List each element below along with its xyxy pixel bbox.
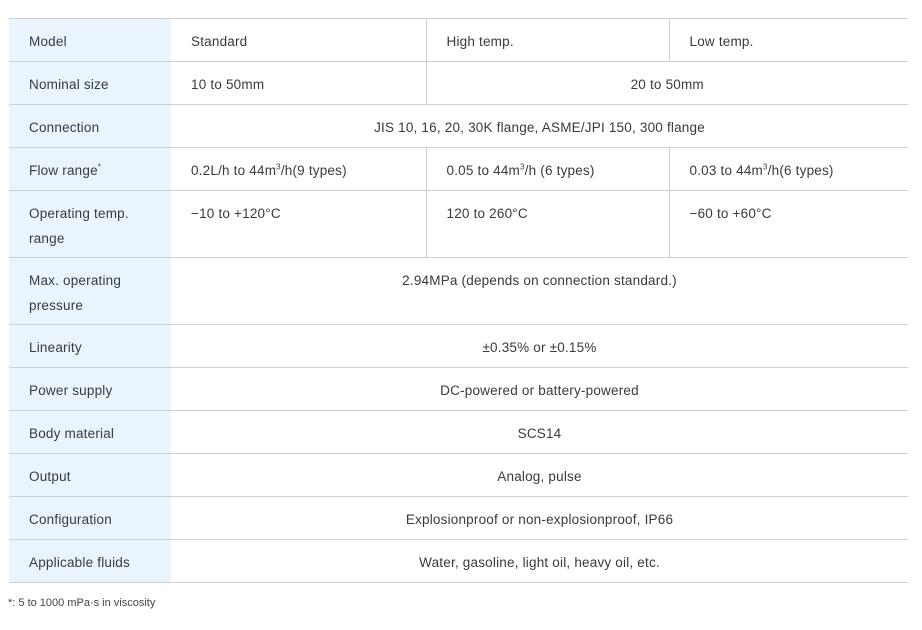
- row-configuration: Configuration Explosionproof or non-expl…: [9, 496, 908, 540]
- row-label-max-pressure: Max. operating pressure: [9, 257, 171, 325]
- row-model: Model Standard High temp. Low temp.: [9, 18, 908, 62]
- row-label-body-material: Body material: [9, 410, 171, 454]
- cell-output: Analog, pulse: [497, 469, 582, 484]
- row-body-material: Body material SCS14: [9, 410, 908, 454]
- row-operating-temp: Operating temp. range −10 to +120°C 120 …: [9, 190, 908, 258]
- cell-flow-range-low-temp: 0.03 to 44m3/h(6 types): [668, 147, 908, 191]
- flow-range-standard-suffix: /h(9 types): [280, 163, 347, 178]
- cell-model-standard: Standard: [191, 34, 248, 49]
- cell-connection: JIS 10, 16, 20, 30K flange, ASME/JPI 150…: [374, 120, 705, 135]
- cell-applicable-fluids: Water, gasoline, light oil, heavy oil, e…: [419, 555, 660, 570]
- row-label-linearity: Linearity: [9, 324, 171, 368]
- flow-range-label: Flow range: [29, 163, 98, 178]
- flow-range-high-suffix: /h (6 types): [524, 163, 595, 178]
- flow-range-high-text: 0.05 to 44m: [446, 163, 520, 178]
- row-label-flow-range: Flow range*: [9, 147, 171, 191]
- cell-body-material: SCS14: [517, 426, 562, 441]
- row-connection: Connection JIS 10, 16, 20, 30K flange, A…: [9, 104, 908, 148]
- flow-range-low-suffix: /h(6 types): [767, 163, 834, 178]
- cell-flow-range-standard: 0.2L/h to 44m3/h(9 types): [171, 148, 426, 191]
- cell-operating-temp-high-temp: 120 to 260°C: [425, 190, 669, 258]
- cell-power-supply: DC-powered or battery-powered: [440, 383, 639, 398]
- row-label-model: Model: [9, 18, 171, 62]
- row-power-supply: Power supply DC-powered or battery-power…: [9, 367, 908, 411]
- row-label-applicable-fluids: Applicable fluids: [9, 539, 171, 583]
- cell-model-low-temp: Low temp.: [668, 18, 908, 62]
- row-nominal-size: Nominal size 10 to 50mm 20 to 50mm: [9, 61, 908, 105]
- flow-range-footnote-mark: *: [97, 162, 102, 172]
- row-max-pressure: Max. operating pressure 2.94MPa (depends…: [9, 257, 908, 325]
- row-label-nominal-size: Nominal size: [9, 61, 171, 105]
- row-flow-range: Flow range* 0.2L/h to 44m3/h(9 types) 0.…: [9, 147, 908, 191]
- flow-range-standard-text: 0.2L/h to 44m: [191, 163, 277, 178]
- cell-flow-range-high-temp: 0.05 to 44m3/h (6 types): [425, 147, 669, 191]
- row-label-power-supply: Power supply: [9, 367, 171, 411]
- row-label-configuration: Configuration: [9, 496, 171, 540]
- flow-range-low-text: 0.03 to 44m: [689, 163, 763, 178]
- cell-nominal-size-standard: 10 to 50mm: [191, 77, 265, 92]
- row-label-output: Output: [9, 453, 171, 497]
- cell-configuration: Explosionproof or non-explosionproof, IP…: [405, 512, 674, 527]
- cell-operating-temp-standard: −10 to +120°C: [191, 206, 281, 221]
- cell-nominal-size-high-low: 20 to 50mm: [425, 61, 908, 105]
- footnote: *: 5 to 1000 mPa·s in viscosity: [8, 597, 156, 609]
- spec-table: Model Standard High temp. Low temp. Nomi…: [9, 18, 908, 583]
- row-linearity: Linearity ±0.35% or ±0.15%: [9, 324, 908, 368]
- cell-operating-temp-low-temp: −60 to +60°C: [668, 190, 908, 258]
- row-label-operating-temp: Operating temp. range: [9, 190, 171, 258]
- row-output: Output Analog, pulse: [9, 453, 908, 497]
- row-applicable-fluids: Applicable fluids Water, gasoline, light…: [9, 539, 908, 583]
- cell-max-pressure: 2.94MPa (depends on connection standard.…: [402, 273, 677, 288]
- row-label-connection: Connection: [9, 104, 171, 148]
- cell-linearity: ±0.35% or ±0.15%: [482, 340, 597, 355]
- cell-model-high-temp: High temp.: [425, 18, 669, 62]
